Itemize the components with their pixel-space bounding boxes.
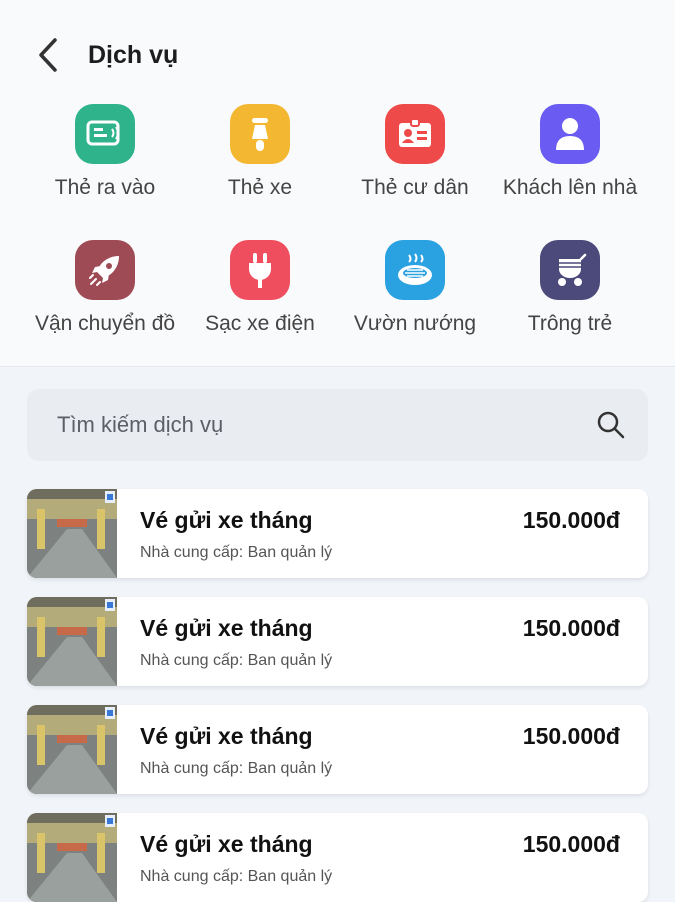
service-label: Thẻ xe: [227, 176, 293, 199]
parking-garage-thumbnail: [27, 597, 117, 686]
item-price: 150.000đ: [522, 615, 620, 641]
list-item[interactable]: Vé gửi xe tháng Nhà cung cấp: Ban quản l…: [27, 597, 648, 686]
item-provider: Nhà cung cấp: Ban quản lý: [140, 760, 333, 777]
service-grid: Thẻ ra vào Thẻ xe Thẻ cư dân Khách lên n…: [0, 104, 675, 336]
service-label: Vườn nướng: [353, 312, 477, 335]
search-input[interactable]: [55, 411, 559, 439]
back-button[interactable]: [30, 32, 66, 78]
person-icon: [540, 104, 600, 164]
service-label: Trông trẻ: [527, 312, 613, 335]
service-label: Vận chuyển đồ: [34, 312, 176, 335]
search-bar: [27, 389, 648, 461]
service-list-section: Vé gửi xe tháng Nhà cung cấp: Ban quản l…: [0, 367, 675, 902]
parking-garage-thumbnail: [27, 705, 117, 794]
item-provider: Nhà cung cấp: Ban quản lý: [140, 652, 333, 669]
parking-garage-thumbnail: [27, 489, 117, 578]
item-price: 150.000đ: [522, 507, 620, 533]
item-price: 150.000đ: [522, 723, 620, 749]
service-moving[interactable]: Vận chuyển đồ: [28, 240, 183, 336]
plug-icon: [230, 240, 290, 300]
service-bbq-garden[interactable]: Vườn nướng: [338, 240, 493, 336]
item-provider: Nhà cung cấp: Ban quản lý: [140, 544, 333, 561]
list-item-body: Vé gửi xe tháng Nhà cung cấp: Ban quản l…: [117, 597, 648, 686]
service-label: Thẻ ra vào: [54, 176, 156, 199]
service-access-card[interactable]: Thẻ ra vào: [28, 104, 183, 200]
service-childcare[interactable]: Trông trẻ: [493, 240, 648, 336]
scooter-icon: [230, 104, 290, 164]
service-label: Sạc xe điện: [205, 312, 315, 335]
list-item[interactable]: Vé gửi xe tháng Nhà cung cấp: Ban quản l…: [27, 489, 648, 578]
chevron-left-icon: [39, 38, 57, 72]
page-title: Dịch vụ: [88, 40, 179, 69]
search-icon[interactable]: [596, 410, 626, 440]
list-item-body: Vé gửi xe tháng Nhà cung cấp: Ban quản l…: [117, 489, 648, 578]
service-label: Thẻ cư dân: [361, 176, 469, 199]
service-guest[interactable]: Khách lên nhà: [493, 104, 648, 200]
service-resident-card[interactable]: Thẻ cư dân: [338, 104, 493, 200]
id-card-icon: [385, 104, 445, 164]
grill-icon: [385, 240, 445, 300]
list-item[interactable]: Vé gửi xe tháng Nhà cung cấp: Ban quản l…: [27, 705, 648, 794]
service-ev-charging[interactable]: Sạc xe điện: [183, 240, 338, 336]
list-item-body: Vé gửi xe tháng Nhà cung cấp: Ban quản l…: [117, 705, 648, 794]
access-card-icon: [75, 104, 135, 164]
item-price: 150.000đ: [522, 831, 620, 857]
service-label: Khách lên nhà: [502, 176, 638, 199]
services-header: Dịch vụ Thẻ ra vào Thẻ xe Thẻ cư dân Khá…: [0, 0, 675, 367]
list-item-body: Vé gửi xe tháng Nhà cung cấp: Ban quản l…: [117, 813, 648, 902]
service-vehicle-card[interactable]: Thẻ xe: [183, 104, 338, 200]
service-items-list: Vé gửi xe tháng Nhà cung cấp: Ban quản l…: [27, 489, 648, 902]
rocket-icon: [75, 240, 135, 300]
item-provider: Nhà cung cấp: Ban quản lý: [140, 868, 333, 885]
parking-garage-thumbnail: [27, 813, 117, 902]
top-bar: Dịch vụ: [30, 32, 178, 78]
stroller-icon: [540, 240, 600, 300]
list-item[interactable]: Vé gửi xe tháng Nhà cung cấp: Ban quản l…: [27, 813, 648, 902]
